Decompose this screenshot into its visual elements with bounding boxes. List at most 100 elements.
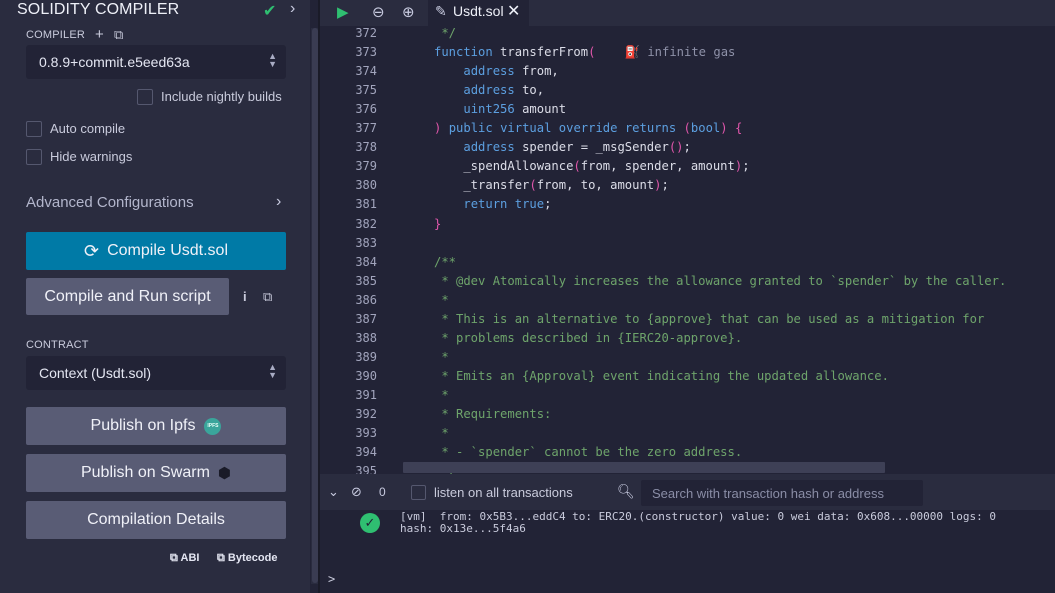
info-icon[interactable]: i: [243, 289, 247, 304]
terminal-toolbar: ⌄ ⊘ 0 listen on all transactions 🔍︎: [320, 474, 1055, 510]
bytecode-label: Bytecode: [227, 552, 278, 564]
line-number: 380: [355, 178, 377, 193]
bytecode-copy-link[interactable]: ⧉ Bytecode: [217, 552, 277, 565]
include-nightly-checkbox[interactable]: [137, 89, 153, 105]
line-number: 383: [355, 235, 377, 250]
hide-warnings-checkbox[interactable]: [26, 149, 42, 165]
include-nightly-label: Include nightly builds: [161, 89, 282, 104]
code-line[interactable]: */: [434, 26, 456, 40]
code-line[interactable]: *: [434, 426, 448, 440]
hide-warnings-row[interactable]: Hide warnings: [26, 148, 176, 166]
contract-select[interactable]: Context (Usdt.sol) ▲ ▼: [26, 356, 286, 390]
close-icon[interactable]: ✕: [507, 1, 520, 21]
publish-swarm-label: Publish on Swarm: [80, 464, 210, 481]
copy-icon: ⧉: [170, 552, 178, 564]
publish-swarm-button[interactable]: Publish on Swarm ⬢: [26, 454, 286, 492]
line-number: 374: [355, 64, 377, 79]
line-number: 381: [355, 197, 377, 212]
code-line[interactable]: _spendAllowance(from, spender, amount);: [434, 159, 749, 173]
auto-compile-checkbox[interactable]: [26, 121, 42, 137]
horizontal-scrollbar[interactable]: [403, 462, 885, 473]
terminal-output: ✓ [vm] from: 0x5B3...eddC4 to: ERC20.(co…: [320, 510, 1055, 593]
copy-icon: ⧉: [217, 552, 225, 564]
code-line[interactable]: uint256 amount: [434, 102, 566, 116]
line-number: 376: [355, 102, 377, 117]
terminal-prompt[interactable]: >: [328, 572, 335, 586]
pending-tx-count: 0: [379, 485, 386, 499]
advanced-configurations-toggle[interactable]: Advanced Configurations: [26, 194, 194, 211]
code-line[interactable]: * problems described in {IERC20-approve}…: [434, 331, 742, 345]
compile-and-run-button[interactable]: Compile and Run script: [26, 278, 229, 315]
code-line[interactable]: * @dev Atomically increases the allowanc…: [434, 274, 1006, 288]
compiler-version-value: 0.8.9+commit.e5eed63a: [39, 54, 190, 70]
line-number: 388: [355, 330, 377, 345]
code-line[interactable]: address to,: [434, 83, 544, 97]
code-line[interactable]: function transferFrom( ⛽ infinite gas: [434, 45, 735, 59]
code-line[interactable]: *: [434, 293, 448, 307]
contract-value: Context (Usdt.sol): [39, 365, 152, 381]
abi-copy-link[interactable]: ⧉ ABI: [170, 552, 199, 565]
compile-button[interactable]: ⟳ Compile Usdt.sol: [26, 232, 286, 270]
code-line[interactable]: /**: [434, 255, 456, 269]
zoom-in-icon[interactable]: ⊕: [402, 3, 415, 21]
compiled-check-icon: ✔: [263, 3, 277, 20]
add-compiler-icon[interactable]: +: [95, 27, 104, 42]
search-icon: 🔍︎: [617, 483, 635, 499]
tx-hash-line[interactable]: hash: 0x13e...5f4a6: [400, 522, 526, 535]
line-number: 378: [355, 140, 377, 155]
copy-icon[interactable]: ⧉: [263, 289, 272, 305]
zoom-out-icon[interactable]: ⊖: [372, 3, 385, 21]
code-line[interactable]: * This is an alternative to {approve} th…: [434, 312, 984, 326]
compile-and-run-label: Compile and Run script: [44, 287, 211, 305]
auto-compile-row[interactable]: Auto compile: [26, 120, 176, 138]
code-line[interactable]: return true;: [434, 197, 551, 211]
code-line[interactable]: ) public virtual override returns (bool)…: [434, 121, 742, 135]
publish-ipfs-label: Publish on Ipfs: [90, 417, 196, 434]
auto-compile-label: Auto compile: [50, 121, 126, 136]
editor-tab-bar: ▶ ⊖ ⊕ ✎ Usdt.sol ✕: [320, 0, 1055, 26]
listen-all-label: listen on all transactions: [434, 485, 573, 500]
line-number: 386: [355, 292, 377, 307]
hide-warnings-label: Hide warnings: [50, 149, 133, 164]
code-line[interactable]: * Requirements:: [434, 407, 551, 421]
compiler-version-select[interactable]: 0.8.9+commit.e5eed63a ▲ ▼: [26, 45, 286, 79]
compiler-docs-icon[interactable]: ⧉: [114, 27, 123, 42]
code-line[interactable]: }: [434, 217, 441, 231]
line-number: 395: [355, 464, 377, 474]
line-number: 387: [355, 311, 377, 326]
line-number: 373: [355, 45, 377, 60]
transaction-search-input[interactable]: [641, 480, 923, 506]
line-number: 385: [355, 273, 377, 288]
compile-button-label: Compile Usdt.sol: [107, 242, 229, 259]
compilation-details-button[interactable]: Compilation Details: [26, 501, 286, 539]
code-line[interactable]: address from,: [434, 64, 558, 78]
success-check-icon: ✓: [360, 513, 380, 533]
run-icon[interactable]: ▶: [337, 3, 349, 21]
code-line[interactable]: * - `spender` cannot be the zero address…: [434, 445, 742, 459]
line-number: 392: [355, 407, 377, 421]
line-number: 372: [355, 26, 377, 40]
solidity-compiler-panel: SOLIDITY COMPILER ✔ › COMPILER + ⧉ 0.8.9…: [0, 0, 310, 593]
file-icon: ✎: [435, 3, 447, 19]
clear-console-icon[interactable]: ⊘: [351, 484, 362, 500]
refresh-icon: ⟳: [83, 240, 100, 261]
tab-usdt-sol[interactable]: ✎ Usdt.sol ✕: [428, 0, 529, 26]
line-number: 391: [355, 387, 377, 402]
publish-ipfs-button[interactable]: Publish on Ipfs IPFS: [26, 407, 286, 445]
collapse-terminal-icon[interactable]: ⌄: [328, 484, 339, 500]
listen-all-checkbox[interactable]: [411, 485, 426, 500]
code-line[interactable]: address spender = _msgSender();: [434, 140, 691, 154]
left-panel-scrollbar[interactable]: [311, 28, 318, 584]
chevron-right-icon[interactable]: ›: [290, 0, 295, 18]
tab-label: Usdt.sol: [453, 3, 504, 19]
code-line[interactable]: *: [434, 350, 448, 364]
compiler-label: COMPILER: [26, 29, 86, 41]
abi-label: ABI: [180, 552, 200, 564]
code-line[interactable]: _transfer(from, to, amount);: [434, 178, 668, 192]
include-nightly-row[interactable]: Include nightly builds: [137, 88, 307, 106]
code-line[interactable]: *: [434, 388, 448, 402]
chevron-right-icon[interactable]: ›: [276, 193, 281, 211]
swarm-icon: ⬢: [217, 465, 232, 482]
code-editor[interactable]: 372 373 374 375 376 377 378 379 380 381 382 383 384 3…: [320, 26, 1055, 474]
code-line[interactable]: * Emits an {Approval} event indicating t…: [434, 369, 889, 383]
